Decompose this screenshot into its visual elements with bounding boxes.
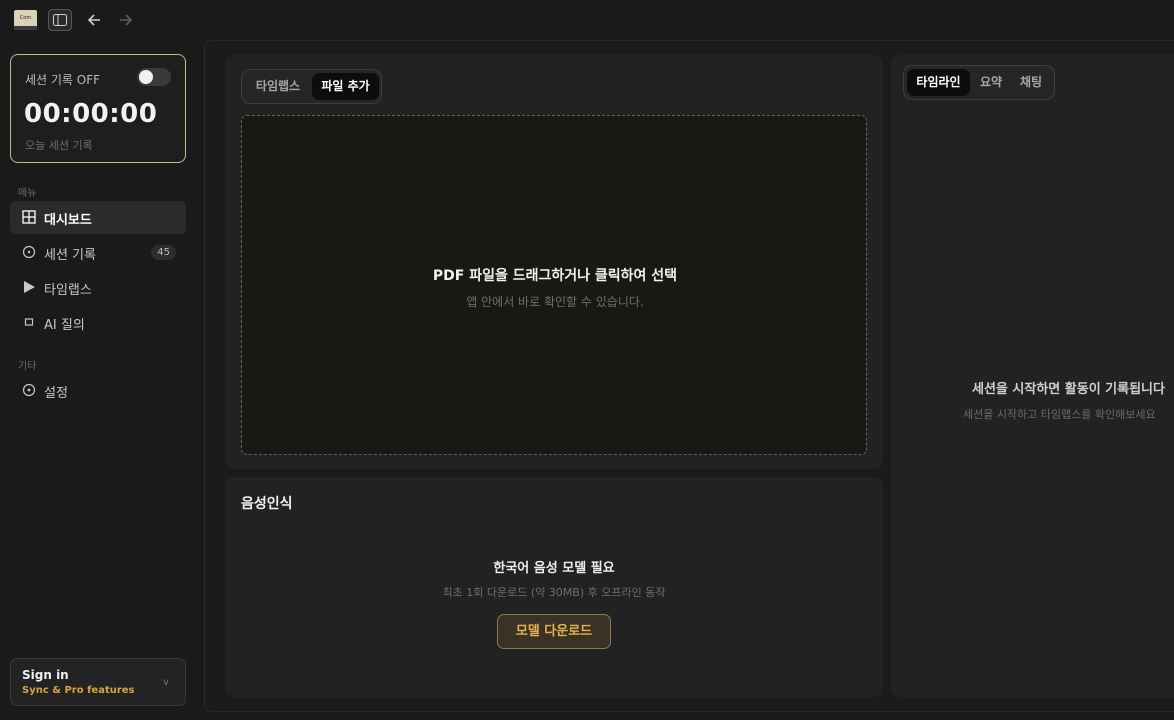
sidebar-item-label: 설정 [44,386,68,401]
voice-model-subtitle: 최초 1회 다운로드 (약 30MB) 후 오프라인 동작 [442,586,666,599]
app-logo-text: Com [19,15,32,21]
session-status-label: 세션 기록 OFF [25,73,101,87]
arrow-left-icon[interactable] [84,10,104,30]
timeline-empty-subtitle: 세션을 시작하고 타임랩스를 확인해보세요 [963,408,1156,421]
sidebar-item-label: 세션 기록 [44,248,96,263]
session-toggle[interactable] [137,68,171,86]
gear-icon [22,383,36,397]
grid-icon [22,210,36,224]
sidebar-item-ai-query[interactable]: AI 질의 [10,306,186,339]
upload-tabs: 타임랩스 파일 추가 [241,69,382,104]
dropzone-subtitle: 앱 안에서 바로 확인할 수 있습니다. [466,295,644,309]
session-card: 세션 기록 OFF 00:00:00 오늘 세션 기록 [10,54,186,163]
sidebar-panel-icon [53,14,67,26]
session-timer: 00:00:00 [24,99,158,129]
sidebar-toggle-button[interactable] [48,9,72,31]
tab-timelapse[interactable]: 타임랩스 [245,73,311,100]
session-subtitle: 오늘 세션 기록 [25,139,93,152]
clock-icon [22,245,36,259]
sidebar-item-label: 대시보드 [44,213,92,228]
chevron-down-icon: v [163,677,169,688]
play-icon [24,281,35,293]
menu-section-label: 메뉴 [18,188,37,199]
dropzone-title: PDF 파일을 드래그하거나 클릭하여 선택 [432,268,678,284]
sign-in-card[interactable]: Sign in Sync & Pro features v [10,658,186,706]
model-download-button[interactable]: 모델 다운로드 [497,614,611,649]
sign-in-subtitle: Sync & Pro features [22,685,135,696]
tab-summary[interactable]: 요약 [972,69,1010,96]
toggle-knob [139,70,153,84]
tab-timeline[interactable]: 타임라인 [907,69,970,96]
tab-chat[interactable]: 채팅 [1011,69,1051,96]
sidebar-item-timelapse[interactable]: 타임랩스 [10,271,186,304]
arrow-right-icon[interactable] [116,10,136,30]
sidebar-item-label: AI 질의 [44,318,85,333]
timeline-empty-title: 세션을 시작하면 활동이 기록됩니다 [972,382,1165,397]
voice-panel-title: 음성인식 [241,496,293,512]
tab-add-file[interactable]: 파일 추가 [312,73,379,100]
right-panel [891,55,1174,697]
sidebar: 세션 기록 OFF 00:00:00 오늘 세션 기록 메뉴 대시보드 세션 기… [0,40,200,720]
sign-in-title: Sign in [22,668,69,682]
sidebar-item-label: 타임랩스 [44,283,92,298]
app-logo: Com [14,10,37,30]
right-panel-tabs: 타임라인 요약 채팅 [903,65,1055,100]
sidebar-item-session-history[interactable]: 세션 기록 45 [10,236,186,269]
count-badge: 45 [151,245,176,260]
sidebar-item-dashboard[interactable]: 대시보드 [10,201,186,234]
pdf-dropzone[interactable]: PDF 파일을 드래그하거나 클릭하여 선택 앱 안에서 바로 확인할 수 있습… [241,115,867,455]
voice-model-required-text: 한국어 음성 모델 필요 [493,561,615,576]
other-section-label: 기타 [18,361,37,372]
chat-icon [24,318,34,326]
title-bar: Com [0,0,1174,40]
sidebar-item-settings[interactable]: 설정 [10,374,186,407]
